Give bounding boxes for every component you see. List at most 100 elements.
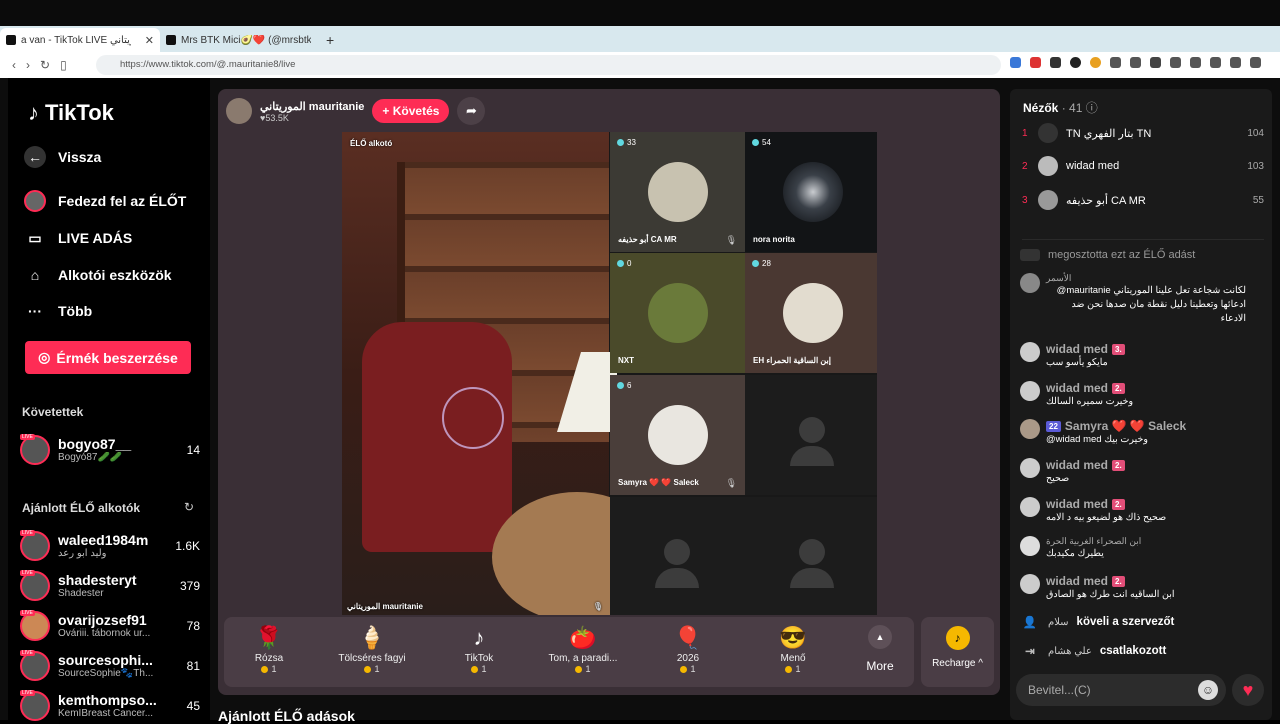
empty-guest-slot[interactable] xyxy=(745,375,877,495)
level-badge: 2. xyxy=(1112,575,1125,587)
extension-icon[interactable] xyxy=(1050,57,1061,68)
account-name: bogyo87__ xyxy=(58,435,132,452)
recommended-account[interactable]: LIVE sourcesophi... SourceSophie🐾Th... 81 xyxy=(20,648,200,684)
emoji-icon[interactable]: ☺ xyxy=(1198,680,1218,700)
more-dots-icon: ··· xyxy=(28,303,42,319)
avatar xyxy=(1020,458,1040,478)
extension-icon[interactable] xyxy=(1190,57,1201,68)
extension-icon[interactable] xyxy=(1130,57,1141,68)
top-viewer[interactable]: 1 TN بتار الفهري TN 104 xyxy=(1022,123,1264,143)
chat-username[interactable]: ابن الصحراء الغربية الحرة xyxy=(1046,536,1141,547)
share-icon[interactable]: ➦ xyxy=(457,97,486,125)
notice-user[interactable]: علي هشام xyxy=(1048,646,1092,657)
camera-icon: ▭ xyxy=(28,229,42,246)
mic-muted-icon: 🎙 xyxy=(725,235,737,245)
guest-slot[interactable]: 33 أبو حذيفه CA MR 🎙 xyxy=(610,132,745,252)
level-badge: 2. xyxy=(1112,459,1125,471)
empty-guest-slot[interactable] xyxy=(610,497,745,615)
gift-name: TikTok xyxy=(464,653,494,664)
notice-text: köveli a szervezőt xyxy=(1076,616,1175,628)
followed-account[interactable]: LIVE bogyo87__ Bogyó87🥒🥒 14 xyxy=(20,432,200,468)
mic-muted-icon: 🎙 xyxy=(725,478,737,488)
host-avatar[interactable] xyxy=(226,98,252,124)
recommended-account[interactable]: LIVE ovarijozsef91 Ováriii. tábornok ur..… xyxy=(20,608,200,644)
reload-icon[interactable]: ↻ xyxy=(40,58,50,72)
top-viewer[interactable]: 3 أبو حذيفه CA MR 55 xyxy=(1022,190,1264,210)
nav-creator-tools[interactable]: ⌂ Alkotói eszközök xyxy=(24,264,172,286)
rose-icon: 🌹 xyxy=(255,625,283,650)
gift-cost: 1 xyxy=(748,664,838,674)
level-badge: 3. xyxy=(1112,343,1125,355)
gift-cool[interactable]: 😎 Menő 1 xyxy=(748,625,838,674)
extension-icon[interactable] xyxy=(1110,57,1121,68)
recommended-account[interactable]: LIVE shadesteryt Shadester 379 xyxy=(20,568,200,604)
gift-tomato[interactable]: 🍅 Tom, a paradi... 1 xyxy=(538,625,628,674)
chat-username[interactable]: Samyra ❤️ ❤️ Saleck xyxy=(1065,419,1186,433)
close-tab-icon[interactable]: ✕ xyxy=(145,34,154,47)
nav-explore-live[interactable]: Fedezd fel az ÉLŐT xyxy=(24,190,186,212)
guest-slot[interactable]: 28 EH إبن الساقية الحمراء xyxy=(745,253,877,373)
guest-slot[interactable]: 6 Samyra ❤️ ❤️ Saleck 🎙 xyxy=(610,375,745,495)
nav-label: Alkotói eszközök xyxy=(58,267,172,283)
recommended-account[interactable]: LIVE kemthompso... KemIBreast Cancer... 4… xyxy=(20,688,200,724)
host-name[interactable]: الموريتاني mauritanie xyxy=(260,100,364,113)
chat-username[interactable]: widad med xyxy=(1046,497,1108,511)
nav-live[interactable]: ▭ LIVE ADÁS xyxy=(24,227,132,249)
gift-2026[interactable]: 🎈 2026 1 xyxy=(643,625,733,674)
get-coins-button[interactable]: ◎ Érmék beszerzése xyxy=(25,341,191,374)
guest-slot[interactable]: 0 NXT xyxy=(610,253,745,373)
extension-icon[interactable] xyxy=(1150,57,1161,68)
tab-tiktok-live[interactable]: a van - TikTok LIVE الموريتاني ✕ xyxy=(0,28,160,52)
recharge-button[interactable]: ♪ Recharge ^ xyxy=(921,617,994,687)
more-gifts-button[interactable]: ▲ More xyxy=(860,625,900,673)
balloon-icon: 🎈 xyxy=(674,625,702,650)
extension-icon[interactable] xyxy=(1170,57,1181,68)
follow-button[interactable]: + Követés xyxy=(372,99,450,123)
forward-icon[interactable]: › xyxy=(26,58,30,72)
viewer-name: TN بتار الفهري TN xyxy=(1066,127,1152,140)
tiktok-logo[interactable]: ♪ TikTok xyxy=(28,100,114,126)
share-notice-text: megosztotta ezt az ÉLŐ adást xyxy=(1048,249,1196,261)
coin-icon xyxy=(364,665,372,673)
new-tab-icon[interactable]: + xyxy=(320,28,340,52)
like-heart-button[interactable]: ♥ xyxy=(1232,674,1264,706)
live-video[interactable]: ÉLŐ alkotó الموريتاني mauritanie 🎙 33 أب… xyxy=(342,132,877,615)
level-badge: 22 xyxy=(1046,420,1061,432)
chat-username[interactable]: widad med xyxy=(1046,574,1108,588)
extension-icon[interactable] xyxy=(1030,57,1041,68)
empty-guest-slot[interactable] xyxy=(745,497,877,615)
back-icon[interactable]: ‹ xyxy=(12,58,16,72)
guest-slot[interactable]: 54 nora norita xyxy=(745,132,877,252)
gift-ice-cream[interactable]: 🍦 Tölcséres fagyi 1 xyxy=(327,625,417,674)
back-button[interactable]: ← Vissza xyxy=(24,146,101,168)
tab-mrsbtk[interactable]: Mrs BTK Mici🥑❤️ (@mrsbtk) F xyxy=(160,28,320,52)
chat-input[interactable]: Bevitel...(C) xyxy=(1016,674,1226,706)
chat-message: 22 Samyra ❤️ ❤️ Saleck @widad med وخيرت ب… xyxy=(1020,419,1270,447)
chat-username[interactable]: widad med xyxy=(1046,381,1108,395)
chat-username[interactable]: widad med xyxy=(1046,342,1108,356)
viewer-rank: 1 xyxy=(1022,127,1028,139)
notice-user[interactable]: سلام xyxy=(1048,617,1069,628)
gift-cost: 1 xyxy=(224,664,314,674)
flower-of-life-image xyxy=(442,387,504,449)
extension-icon[interactable] xyxy=(1250,57,1261,68)
extension-icon[interactable] xyxy=(1070,57,1081,68)
gift-rose[interactable]: 🌹 Rózsa 1 xyxy=(224,625,314,674)
url-input[interactable]: https://www.tiktok.com/@.mauritanie8/liv… xyxy=(96,55,1001,75)
info-icon[interactable]: ⓘ xyxy=(1086,101,1098,115)
chat-username[interactable]: الأسمر xyxy=(1046,273,1071,284)
bookmark-icon[interactable]: ▯ xyxy=(60,58,67,72)
extension-icon[interactable] xyxy=(1230,57,1241,68)
recommended-account[interactable]: LIVE waleed1984m وليد ابو رعد 1.6K xyxy=(20,528,200,564)
top-viewer[interactable]: 2 widad med 103 xyxy=(1022,156,1264,176)
extension-icon[interactable] xyxy=(1210,57,1221,68)
refresh-icon[interactable]: ↻ xyxy=(184,500,194,514)
viewers-title: Nézők · 41 ⓘ xyxy=(1023,99,1098,116)
nav-more[interactable]: ··· Több xyxy=(24,300,92,322)
extension-icon[interactable] xyxy=(1010,57,1021,68)
extension-icon[interactable] xyxy=(1090,57,1101,68)
viewer-count: 78 xyxy=(186,619,200,633)
guest-score-value: 6 xyxy=(627,381,632,390)
gift-tiktok[interactable]: ♪ TikTok 1 xyxy=(434,625,524,674)
chat-username[interactable]: widad med xyxy=(1046,458,1108,472)
